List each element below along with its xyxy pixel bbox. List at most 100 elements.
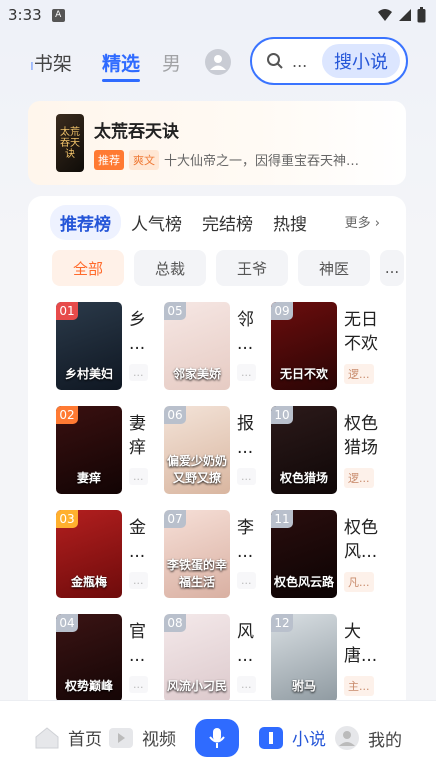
featured-book-card[interactable]: 太荒吞天诀 太荒吞天诀 推荐 爽文 十大仙帝之一，因得重宝吞天神… (28, 101, 406, 185)
book-title-line1[interactable]: 官 (129, 620, 146, 644)
book-title-line2[interactable]: ... (237, 540, 253, 564)
tab-home-label: 首页 (68, 730, 102, 750)
book-title-line2[interactable]: ... (129, 644, 145, 668)
category-ceo[interactable]: 总裁 (134, 250, 206, 286)
tab-recommend-rank[interactable]: 推荐榜 (50, 204, 121, 240)
bottom-tab-bar: 首页 视频 小说 我的 (0, 700, 436, 776)
featured-tag-recommend: 推荐 (94, 149, 124, 170)
book-title-line2[interactable]: ... (237, 332, 253, 356)
avatar[interactable] (205, 49, 231, 75)
chevron-right-icon: › (370, 216, 380, 231)
status-bar: 3:33 A (0, 0, 436, 30)
book-cover[interactable]: 12 驸马 (271, 614, 337, 702)
tab-mine[interactable]: 我的 (334, 725, 402, 751)
book-cover[interactable]: 01 乡村美妇 (56, 302, 122, 390)
rank-number: 06 (164, 406, 186, 424)
tab-completed-rank[interactable]: 完结榜 (202, 210, 253, 235)
category-row: 全部 总裁 王爷 神医 ... (52, 250, 404, 286)
book-genre-tag: ... (129, 676, 148, 693)
tab-novel[interactable]: 小说 (258, 725, 326, 750)
book-title-line2[interactable]: ... (129, 332, 145, 356)
book-icon (259, 726, 283, 749)
featured-desc: 十大仙帝之一，因得重宝吞天神… (164, 154, 360, 169)
book-title-line2[interactable]: ... (129, 540, 145, 564)
book-genre-tag: ... (237, 676, 256, 693)
status-icons (377, 7, 426, 23)
cover-title-art: 李铁蛋的幸福生活 (166, 558, 227, 589)
ranking-panel: 推荐榜 人气榜 完结榜 热搜 更多 › 全部 总裁 王爷 神医 ... 01 乡村… (28, 196, 406, 716)
book-cover[interactable]: 02 妻痒 (56, 406, 122, 494)
book-genre-tag: ... (129, 572, 148, 589)
battery-icon (417, 7, 426, 23)
category-doctor[interactable]: 神医 (298, 250, 370, 286)
book-title-line1[interactable]: 无日 (344, 308, 378, 332)
wifi-icon (378, 9, 392, 21)
book-cover[interactable]: 04 权势巅峰 (56, 614, 122, 702)
book-title-line1[interactable]: 报 (237, 412, 254, 436)
book-title-line2[interactable]: 不欢 (344, 332, 378, 356)
book-cover[interactable]: 08 风流小刁民 (164, 614, 230, 702)
book-title-line2[interactable]: 猎场 (344, 436, 378, 460)
cover-title-art: 乡村美妇 (64, 367, 113, 381)
rank-number: 02 (56, 406, 78, 424)
top-nav: ı书架 精选 男 ... 搜小说 (0, 36, 436, 88)
category-prince[interactable]: 王爷 (216, 250, 288, 286)
book-title-line1[interactable]: 乡 (129, 308, 146, 332)
book-cover[interactable]: 06 偏爱少奶奶又野又撩 (164, 406, 230, 494)
cover-title-art: 权色风云路 (273, 575, 334, 589)
book-title-line2[interactable]: ... (237, 436, 253, 460)
book-title-line1[interactable]: 妻 (129, 412, 146, 436)
book-title-line1[interactable]: 李 (237, 516, 254, 540)
search-novel-button[interactable]: 搜小说 (322, 44, 400, 78)
home-icon (35, 726, 59, 748)
notification-badge: A (51, 8, 65, 22)
book-title-line1[interactable]: 风 (237, 620, 254, 644)
book-genre-tag: ... (237, 468, 256, 485)
book-genre-tag: ... (237, 364, 256, 381)
voice-button[interactable] (195, 719, 239, 757)
cover-title-art: 无日不欢 (279, 367, 328, 381)
tab-male[interactable]: 男 (162, 49, 181, 76)
rank-number: 07 (164, 510, 186, 528)
book-cover[interactable]: 11 权色风云路 (271, 510, 337, 598)
book-cover[interactable]: 05 邻家美娇 (164, 302, 230, 390)
book-title-line1[interactable]: 权色 (344, 412, 378, 436)
book-title-line1[interactable]: 权色 (344, 516, 378, 540)
search-placeholder: ... (292, 51, 308, 71)
tab-hot-search-rank[interactable]: 热搜 (273, 210, 307, 235)
rank-number: 12 (271, 614, 293, 632)
cover-title-art: 偏爱少奶奶又野又撩 (166, 454, 227, 485)
book-genre-tag: 逻... (344, 364, 374, 384)
book-genre-tag: 凡... (344, 572, 374, 592)
tab-featured[interactable]: 精选 (102, 49, 141, 82)
tab-bookshelf[interactable]: ı书架 (30, 49, 72, 76)
book-cover[interactable]: 09 无日不欢 (271, 302, 337, 390)
book-title-line1[interactable]: 邻 (237, 308, 254, 332)
category-all[interactable]: 全部 (52, 250, 124, 286)
book-title-line2[interactable]: 风... (344, 540, 377, 564)
more-link[interactable]: 更多 › (340, 212, 380, 231)
rank-number: 08 (164, 614, 186, 632)
category-more[interactable]: ... (380, 250, 404, 286)
tab-home[interactable]: 首页 (34, 725, 102, 750)
tab-mine-label: 我的 (368, 730, 402, 751)
signal-icon (399, 9, 411, 21)
featured-meta: 推荐 爽文 十大仙帝之一，因得重宝吞天神… (94, 149, 406, 170)
tab-popular-rank[interactable]: 人气榜 (131, 210, 182, 235)
book-title-line1[interactable]: 金 (129, 516, 146, 540)
book-cover[interactable]: 03 金瓶梅 (56, 510, 122, 598)
tab-bookshelf-label: 书架 (33, 53, 72, 75)
book-genre-tag: ... (129, 364, 148, 381)
book-title-line2[interactable]: 唐... (344, 644, 377, 668)
search-box[interactable]: ... 搜小说 (250, 37, 408, 85)
rank-number: 09 (271, 302, 293, 320)
tab-video[interactable]: 视频 (108, 725, 176, 750)
cover-title-art: 邻家美娇 (172, 367, 221, 381)
featured-info: 太荒吞天诀 推荐 爽文 十大仙帝之一，因得重宝吞天神… (94, 117, 406, 170)
book-cover[interactable]: 10 权色猎场 (271, 406, 337, 494)
rank-number: 03 (56, 510, 78, 528)
book-title-line1[interactable]: 大 (344, 620, 361, 644)
book-title-line2[interactable]: ... (237, 644, 253, 668)
book-cover[interactable]: 07 李铁蛋的幸福生活 (164, 510, 230, 598)
book-title-line2[interactable]: 痒 (129, 436, 146, 460)
